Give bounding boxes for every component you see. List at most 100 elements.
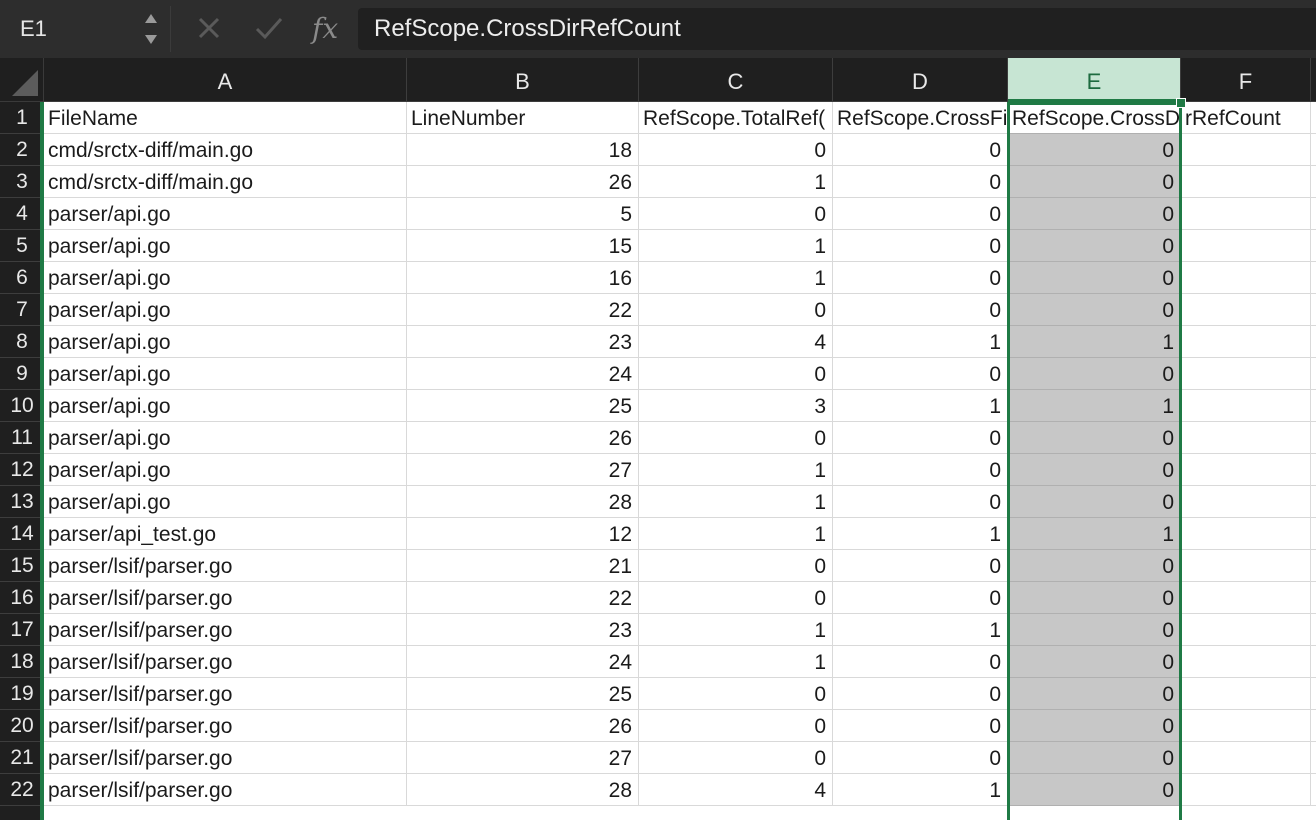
cell-g[interactable] xyxy=(1311,326,1316,358)
cell-a[interactable]: parser/lsif/parser.go xyxy=(44,710,407,742)
cell-b[interactable]: 25 xyxy=(407,678,639,710)
cell-d[interactable]: 1 xyxy=(833,614,1008,646)
cell-g[interactable] xyxy=(1311,262,1316,294)
name-box[interactable]: E1 xyxy=(0,0,140,58)
cell-c[interactable]: 0 xyxy=(639,582,833,614)
check-icon[interactable] xyxy=(254,14,284,49)
cell-c[interactable]: 4 xyxy=(639,326,833,358)
cell-d[interactable]: 0 xyxy=(833,198,1008,230)
cell-e[interactable]: 0 xyxy=(1008,710,1181,742)
cell-f[interactable] xyxy=(1181,742,1311,774)
cell-c[interactable]: 0 xyxy=(639,678,833,710)
cell-f[interactable] xyxy=(1181,390,1311,422)
cell-a[interactable]: parser/api.go xyxy=(44,454,407,486)
cell-a[interactable]: parser/lsif/parser.go xyxy=(44,742,407,774)
cell-c[interactable]: 1 xyxy=(639,454,833,486)
cell-e[interactable]: 0 xyxy=(1008,166,1181,198)
cell-b[interactable]: 22 xyxy=(407,582,639,614)
cell-f[interactable] xyxy=(1181,422,1311,454)
cell-f[interactable] xyxy=(1181,550,1311,582)
column-header-g[interactable] xyxy=(1311,58,1316,102)
cell-g[interactable] xyxy=(1311,390,1316,422)
cell-c[interactable]: 1 xyxy=(639,518,833,550)
cell-a[interactable]: parser/lsif/parser.go xyxy=(44,678,407,710)
cell-g[interactable] xyxy=(1311,230,1316,262)
cell-b[interactable]: 5 xyxy=(407,198,639,230)
cell-c[interactable]: 0 xyxy=(639,294,833,326)
cell-a[interactable]: FileName xyxy=(44,102,407,134)
cell-e[interactable]: 1 xyxy=(1008,326,1181,358)
cell-g[interactable] xyxy=(1311,454,1316,486)
cell-a[interactable]: cmd/srctx-diff/main.go xyxy=(44,134,407,166)
row-header[interactable]: 11 xyxy=(0,422,44,454)
cell-f[interactable] xyxy=(1181,454,1311,486)
row-header[interactable]: 9 xyxy=(0,358,44,390)
select-all-corner[interactable] xyxy=(0,58,44,102)
cell-d[interactable]: 0 xyxy=(833,742,1008,774)
row-header[interactable]: 8 xyxy=(0,326,44,358)
cell-c[interactable]: 1 xyxy=(639,614,833,646)
cell-d[interactable]: 1 xyxy=(833,774,1008,806)
cell-e[interactable]: 0 xyxy=(1008,422,1181,454)
cell-a[interactable]: parser/lsif/parser.go xyxy=(44,582,407,614)
row-header[interactable]: 5 xyxy=(0,230,44,262)
column-header-e[interactable]: E xyxy=(1008,58,1181,102)
cell-e[interactable]: RefScope.CrossDi xyxy=(1008,102,1181,134)
cell-d[interactable]: 0 xyxy=(833,166,1008,198)
cell-g[interactable] xyxy=(1311,646,1316,678)
cell-b[interactable]: 24 xyxy=(407,646,639,678)
close-icon[interactable] xyxy=(196,14,222,49)
cell-d[interactable]: 0 xyxy=(833,710,1008,742)
cell-d[interactable]: 0 xyxy=(833,486,1008,518)
cell-b[interactable]: 26 xyxy=(407,710,639,742)
cell-c[interactable]: 0 xyxy=(639,710,833,742)
row-header[interactable]: 10 xyxy=(0,390,44,422)
cell-f[interactable] xyxy=(1181,646,1311,678)
cell-g[interactable] xyxy=(1311,134,1316,166)
cell-d[interactable]: 0 xyxy=(833,262,1008,294)
cell-a[interactable]: parser/api.go xyxy=(44,422,407,454)
cell-f[interactable] xyxy=(1181,614,1311,646)
row-header[interactable]: 3 xyxy=(0,166,44,198)
row-header[interactable]: 20 xyxy=(0,710,44,742)
cell-d[interactable]: 0 xyxy=(833,646,1008,678)
column-header-a[interactable]: A xyxy=(44,58,407,102)
cell-b[interactable]: 22 xyxy=(407,294,639,326)
cell-a[interactable]: parser/api.go xyxy=(44,486,407,518)
cell-c[interactable]: 3 xyxy=(639,390,833,422)
cell-c[interactable]: RefScope.TotalRef( xyxy=(639,102,833,134)
row-header[interactable]: 22 xyxy=(0,774,44,806)
cell-b[interactable]: 24 xyxy=(407,358,639,390)
column-header-c[interactable]: C xyxy=(639,58,833,102)
row-header[interactable]: 13 xyxy=(0,486,44,518)
cell-f[interactable] xyxy=(1181,166,1311,198)
cell-e[interactable]: 1 xyxy=(1008,518,1181,550)
column-header-b[interactable]: B xyxy=(407,58,639,102)
cell-c[interactable]: 1 xyxy=(639,646,833,678)
cell-b[interactable]: 27 xyxy=(407,454,639,486)
cell-a[interactable]: parser/api.go xyxy=(44,326,407,358)
cell-g[interactable] xyxy=(1311,294,1316,326)
cell-f[interactable] xyxy=(1181,134,1311,166)
cell-e[interactable]: 0 xyxy=(1008,230,1181,262)
cell-b[interactable]: 28 xyxy=(407,486,639,518)
cell-e[interactable]: 0 xyxy=(1008,614,1181,646)
cell-b[interactable]: 26 xyxy=(407,166,639,198)
cell-e[interactable]: 0 xyxy=(1008,134,1181,166)
cell-f[interactable] xyxy=(1181,198,1311,230)
cell-f[interactable] xyxy=(1181,358,1311,390)
cell-e[interactable]: 0 xyxy=(1008,358,1181,390)
cell-f[interactable] xyxy=(1181,294,1311,326)
cell-b[interactable]: 12 xyxy=(407,518,639,550)
cell-g[interactable] xyxy=(1311,486,1316,518)
cell-d[interactable]: RefScope.CrossFi xyxy=(833,102,1008,134)
row-header[interactable]: 14 xyxy=(0,518,44,550)
cell-d[interactable]: 0 xyxy=(833,230,1008,262)
cell-e[interactable]: 1 xyxy=(1008,390,1181,422)
stepper-up-icon[interactable] xyxy=(145,14,157,23)
cell-d[interactable]: 0 xyxy=(833,294,1008,326)
row-header[interactable]: 18 xyxy=(0,646,44,678)
cell-e[interactable]: 0 xyxy=(1008,294,1181,326)
cell-e[interactable]: 0 xyxy=(1008,774,1181,806)
cell-b[interactable]: 21 xyxy=(407,550,639,582)
